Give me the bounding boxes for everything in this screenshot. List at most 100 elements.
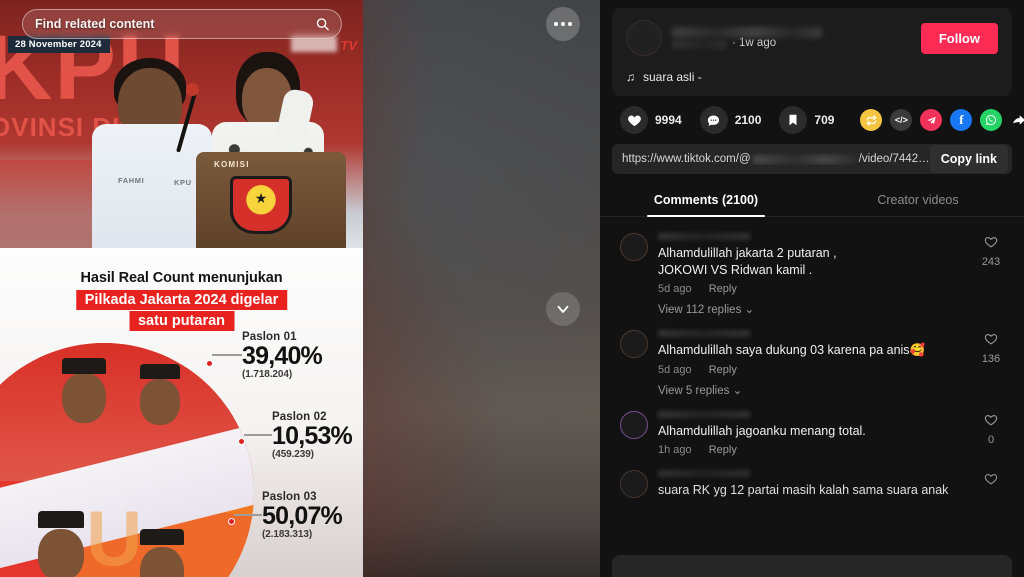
candidate-face-a xyxy=(62,373,106,423)
candidate-songkok-a xyxy=(62,358,106,374)
comment-meta: 1h ago Reply xyxy=(658,444,974,456)
infographic-title: Hasil Real Count menunjukan xyxy=(80,270,283,286)
video-stage: KPU OVINSI DK TV 28 November 2024 FAHMI … xyxy=(0,0,600,577)
video-player[interactable]: KPU OVINSI DK TV 28 November 2024 FAHMI … xyxy=(0,0,363,577)
commenter-avatar[interactable] xyxy=(620,470,648,498)
comment-list[interactable]: Alhamdulillah jakarta 2 putaran , JOKOWI… xyxy=(600,217,1024,577)
like-action[interactable]: 9994 xyxy=(620,106,682,134)
chevron-down-icon: ⌄ xyxy=(732,384,743,397)
infographic-banner-line2: satu putaran xyxy=(128,311,235,331)
result-dot-3 xyxy=(228,518,235,525)
result-leader-2 xyxy=(244,434,272,436)
result-votes-3: (2.183.313) xyxy=(262,529,313,541)
heart-icon xyxy=(984,237,998,248)
engagement-bar: 9994 2100 709 </> f xyxy=(600,96,1024,140)
comment-like-action[interactable] xyxy=(974,472,1008,499)
candidate-face-d xyxy=(140,547,184,577)
share-url-prefix: https://www.tiktok.com/@ xyxy=(622,153,751,165)
heart-icon xyxy=(984,414,998,425)
facebook-icon[interactable]: f xyxy=(950,109,973,131)
telegram-icon[interactable] xyxy=(920,109,943,131)
commenter-avatar[interactable] xyxy=(620,330,648,358)
comment-time: 1h ago xyxy=(658,444,692,456)
panel-tabs: Comments (2100) Creator videos xyxy=(600,184,1024,217)
man-shirt: FAHMI KPU xyxy=(92,124,212,248)
share-url-suffix: /video/7442… xyxy=(858,153,930,165)
heart-icon xyxy=(984,334,998,345)
comment-meta: 5d ago Reply xyxy=(658,364,974,376)
author-meta: · 1w ago xyxy=(672,27,921,49)
comment-time: 5d ago xyxy=(658,363,692,376)
share-link-row: https://www.tiktok.com/@ /video/7442… Co… xyxy=(612,144,1012,174)
music-note-icon: ♫ xyxy=(626,70,635,84)
share-url-field[interactable]: https://www.tiktok.com/@ /video/7442… xyxy=(622,153,930,165)
share-arrow-icon[interactable] xyxy=(1010,109,1024,131)
collage-u-letter: U xyxy=(86,494,143,577)
share-url-username-redacted xyxy=(752,154,857,164)
candidate-face-c xyxy=(38,529,84,577)
commenter-avatar[interactable] xyxy=(620,410,648,439)
comment-like-action[interactable]: 0 xyxy=(974,413,1008,457)
comment-meta: 5d ago Reply xyxy=(658,283,974,295)
comment-body: Alhamdulillah saya dukung 03 karena pa a… xyxy=(658,328,974,397)
more-dot xyxy=(568,22,572,26)
author-handle-redacted xyxy=(672,40,726,49)
commenter-name-redacted xyxy=(658,330,750,337)
view-replies-button[interactable]: View 112 replies ⌄ xyxy=(658,302,974,316)
comment-body: Alhamdulillah jakarta 2 putaran , JOKOWI… xyxy=(658,231,974,316)
chevron-down-icon xyxy=(557,305,569,313)
copy-link-button[interactable]: Copy link xyxy=(929,145,1008,173)
tv-channel-logo: TV xyxy=(340,38,357,53)
comment-reply-button[interactable]: Reply xyxy=(709,364,737,376)
bookmark-icon xyxy=(779,106,808,134)
view-replies-label: View 5 replies xyxy=(658,384,730,397)
search-placeholder: Find related content xyxy=(35,17,155,31)
tab-comments[interactable]: Comments (2100) xyxy=(600,184,812,217)
next-video-button[interactable] xyxy=(546,292,580,326)
bookmark-action[interactable]: 709 xyxy=(779,106,834,134)
comment-reply-button[interactable]: Reply xyxy=(709,283,737,295)
comment-reply-button[interactable]: Reply xyxy=(709,444,737,456)
music-row[interactable]: ♫ suara asli - xyxy=(626,70,998,84)
microphone-head xyxy=(186,83,199,96)
chevron-down-icon: ⌄ xyxy=(744,304,755,316)
result-percent-2: 10,53% xyxy=(272,422,353,450)
result-votes-2: (459.239) xyxy=(272,449,314,461)
comment-action[interactable]: 2100 xyxy=(699,106,762,134)
emblem-star-icon: ★ xyxy=(254,190,268,206)
comment-item: Alhamdulillah jagoanku menang total. 1h … xyxy=(600,403,1024,463)
comment-like-count: 0 xyxy=(987,433,995,446)
result-leader-1 xyxy=(212,354,242,356)
comment-composer[interactable] xyxy=(612,555,1012,577)
comment-text: Alhamdulillah jakarta 2 putaran , JOKOWI… xyxy=(658,246,837,277)
whatsapp-icon[interactable] xyxy=(980,109,1003,131)
circle-collage: U xyxy=(0,343,254,577)
author-row: · 1w ago Follow xyxy=(626,20,998,56)
bookmark-count: 709 xyxy=(814,113,835,127)
author-avatar[interactable] xyxy=(626,20,662,56)
commenter-avatar[interactable] xyxy=(620,233,648,261)
view-replies-button[interactable]: View 5 replies ⌄ xyxy=(658,383,974,397)
result-percent-1: 39,40% xyxy=(242,342,323,370)
view-replies-label: View 112 replies xyxy=(658,304,742,316)
music-title: suara asli - xyxy=(643,70,702,84)
repost-icon[interactable] xyxy=(860,109,883,131)
like-count: 9994 xyxy=(655,113,682,127)
search-icon[interactable] xyxy=(315,17,330,32)
podium: KOMISI ★ xyxy=(196,152,346,248)
embed-icon[interactable]: </> xyxy=(890,109,913,131)
candidate-songkok-b xyxy=(140,364,180,379)
result-percent-3: 50,07% xyxy=(262,502,343,530)
kpu-emblem-icon: ★ xyxy=(230,176,292,234)
tab-creator-videos[interactable]: Creator videos xyxy=(812,184,1024,216)
nameplate-kpu: KPU xyxy=(174,178,192,187)
comment-count: 2100 xyxy=(734,113,762,127)
follow-button[interactable]: Follow xyxy=(920,22,998,54)
comment-body: suara RK yg 12 partai masih kalah sama s… xyxy=(658,468,974,499)
result-callout-2: Paslon 02 10,53% (459.239) xyxy=(272,411,353,461)
author-username-redacted[interactable] xyxy=(672,27,822,38)
comment-like-action[interactable]: 243 xyxy=(974,235,1008,316)
search-input[interactable]: Find related content xyxy=(22,9,342,39)
comment-like-action[interactable]: 136 xyxy=(974,332,1008,397)
more-options-button[interactable] xyxy=(546,7,580,41)
